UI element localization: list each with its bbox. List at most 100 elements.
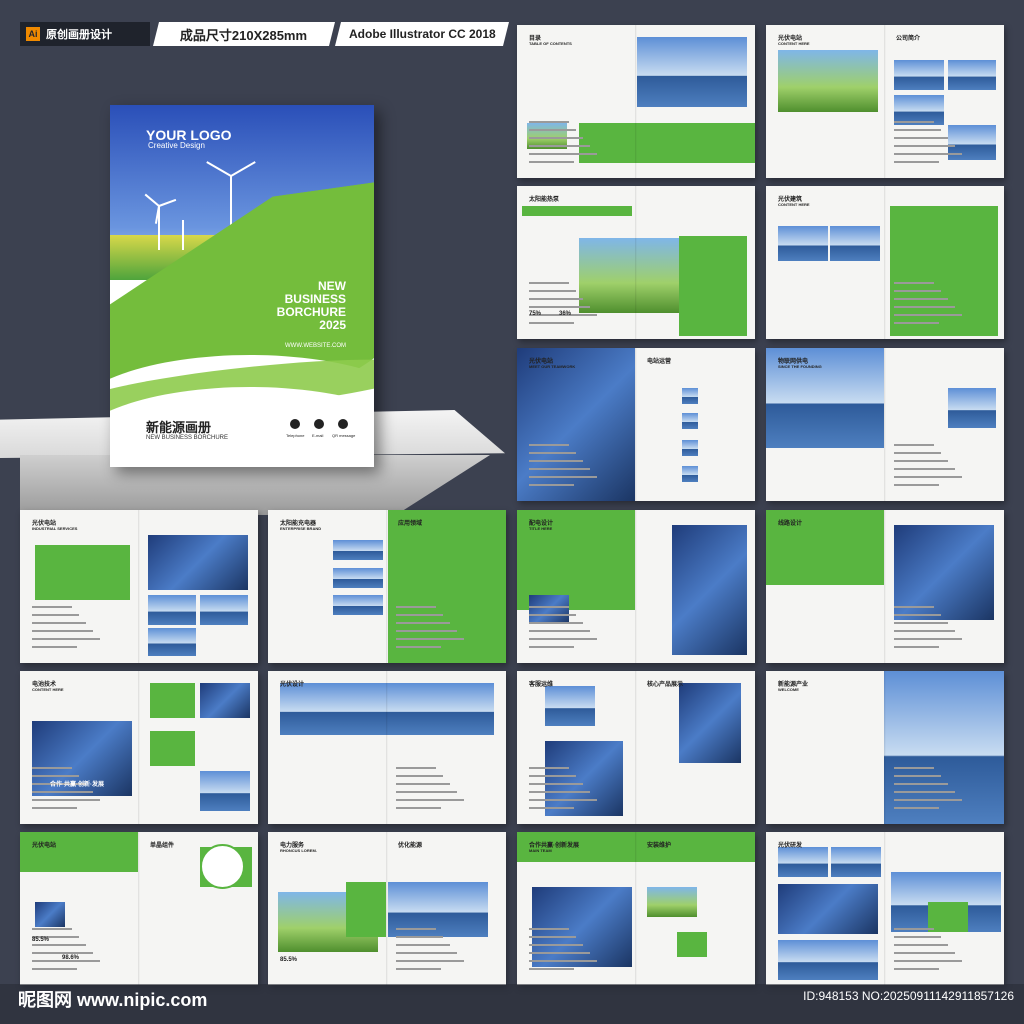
- phone-icon: [290, 419, 300, 429]
- green-block: [579, 123, 755, 163]
- text-line: [894, 282, 934, 284]
- spread-subtitle: TABLE OF CONTENTS: [529, 41, 572, 46]
- text-line: [32, 791, 93, 793]
- text-line: [894, 314, 962, 316]
- photo-block: [35, 902, 65, 927]
- spread-subtitle: CONTENT HERE: [778, 41, 810, 46]
- text-line: [529, 928, 569, 930]
- photo-block: [637, 37, 747, 107]
- text-line: [894, 952, 955, 954]
- stat-value: 75%: [529, 311, 542, 317]
- size-label: 成品尺寸210X285mm: [153, 22, 335, 46]
- photo-block: [200, 844, 245, 889]
- green-block: [35, 545, 130, 600]
- photo-block: [894, 60, 944, 90]
- text-line: [529, 129, 576, 131]
- photo-block: [884, 671, 1004, 824]
- text-line: [396, 928, 436, 930]
- photo-block: [545, 741, 623, 816]
- photo-block: [200, 771, 250, 811]
- cover-logo-sub: Creative Design: [148, 141, 205, 150]
- photo-block: [778, 50, 878, 112]
- text-line: [396, 775, 443, 777]
- text-line: [529, 783, 583, 785]
- text-line: [529, 775, 576, 777]
- spread-subtitle: WELCOME: [778, 687, 799, 692]
- photo-block: [778, 847, 828, 877]
- text-line: [529, 121, 569, 123]
- text-line: [529, 290, 576, 292]
- text-line: [894, 767, 934, 769]
- spread-title: 线路设计: [778, 521, 803, 527]
- brochure-spread: 电力服务 RHONCUS LOREM. 优化能源 85.5%: [268, 832, 506, 985]
- brochure-spread: 客服运维 核心产品展示: [517, 671, 755, 824]
- brochure-spread: 合作共赢·创新发展 MAIN TEAM 安装维护: [517, 832, 755, 985]
- text-line: [894, 484, 939, 486]
- brochure-spread: 光伏电站 单晶组件 85.5% 98.6%: [20, 832, 258, 985]
- photo-block: [778, 940, 878, 980]
- brochure-spread: 物联网供电 SINCE THE FOUNDING: [766, 348, 1004, 501]
- text-line: [894, 161, 939, 163]
- photo-block: [532, 887, 632, 967]
- illustrator-icon: Ai: [26, 27, 40, 41]
- image-id: ID:948153 NO:20250911142911857126: [803, 989, 1014, 1003]
- green-block: [890, 206, 998, 336]
- text-line: [529, 952, 590, 954]
- header-title: 原创画册设计: [46, 29, 112, 41]
- text-line: [396, 646, 441, 648]
- brochure-spread: 光伏设计: [268, 671, 506, 824]
- spread-title: 光伏电站: [32, 843, 57, 849]
- text-line: [529, 791, 590, 793]
- green-block: [928, 902, 968, 932]
- text-line: [529, 306, 590, 308]
- text-line: [32, 944, 86, 946]
- photo-block: [579, 238, 679, 313]
- green-block: [150, 683, 195, 718]
- text-line: [894, 306, 955, 308]
- spread-subtitle: CONTENT HERE: [32, 687, 64, 692]
- text-line: [396, 783, 450, 785]
- text-line: [894, 968, 939, 970]
- photo-block: [148, 628, 196, 656]
- text-line: [529, 145, 590, 147]
- text-line: [396, 630, 457, 632]
- text-line: [396, 944, 450, 946]
- photo-block: [831, 847, 881, 877]
- brochure-spread: 电池技术 CONTENT HERE 合作·共赢·创新·发展: [20, 671, 258, 824]
- green-block: [150, 731, 195, 766]
- green-block: [522, 206, 632, 216]
- brochure-spread: 光伏建筑 CONTENT HERE: [766, 186, 1004, 339]
- text-line: [894, 145, 955, 147]
- green-block: [388, 510, 506, 663]
- photo-block: [682, 388, 698, 404]
- spread-subtitle: MEET OUR TEAMWORK: [529, 364, 576, 369]
- text-line: [894, 606, 934, 608]
- photo-block: [545, 686, 595, 726]
- text-line: [894, 646, 939, 648]
- brochure-spread: 太阳能热泵 75% 36%: [517, 186, 755, 339]
- text-line: [32, 968, 77, 970]
- text-line: [529, 452, 576, 454]
- cover-website: WWW.WEBSITE.COM: [285, 343, 346, 349]
- text-line: [894, 468, 955, 470]
- photo-block: [529, 595, 569, 623]
- photo-block: [682, 413, 698, 429]
- text-line: [529, 606, 569, 608]
- photo-block: [280, 683, 494, 735]
- text-line: [894, 622, 948, 624]
- text-line: [529, 622, 583, 624]
- text-line: [32, 799, 100, 801]
- text-line: [529, 630, 590, 632]
- green-block: [677, 932, 707, 957]
- qr-icon: [338, 419, 348, 429]
- stat-value: 85.5%: [280, 957, 298, 963]
- spread-title-right: 安装维护: [647, 843, 672, 849]
- text-line: [894, 928, 934, 930]
- text-line: [894, 936, 941, 938]
- photo-block: [200, 683, 250, 718]
- green-block: [346, 882, 386, 937]
- green-block: [20, 832, 138, 872]
- text-line: [529, 161, 574, 163]
- text-line: [894, 791, 955, 793]
- brochure-spread: 线路设计: [766, 510, 1004, 663]
